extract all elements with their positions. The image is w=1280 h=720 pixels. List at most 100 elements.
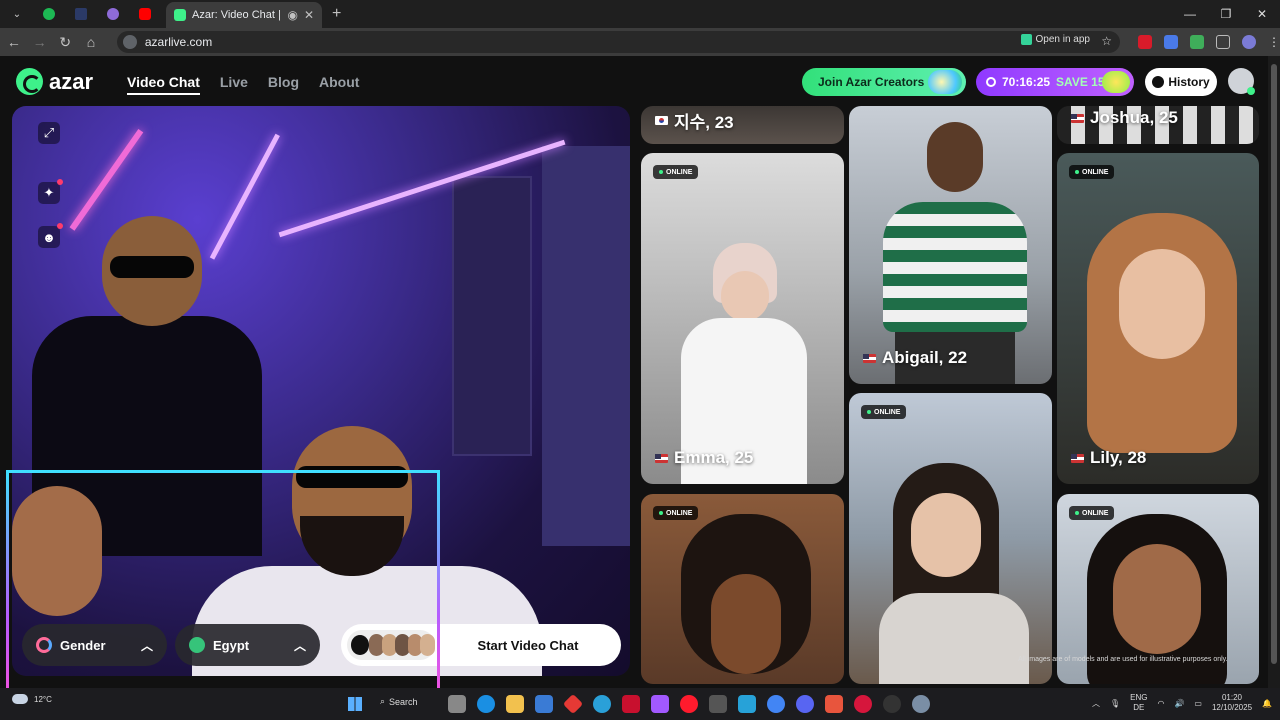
site-info-icon[interactable] xyxy=(122,35,137,49)
mcafee-icon[interactable] xyxy=(622,695,640,713)
gender-filter-button[interactable]: Gender ︿ xyxy=(22,624,167,666)
promo-timer: 70:16:25 xyxy=(1002,75,1051,89)
battery-icon[interactable]: ▭ xyxy=(1194,699,1202,708)
open-in-app-button[interactable]: Open in app xyxy=(1020,34,1090,45)
profile-card[interactable]: ONLINE xyxy=(849,393,1052,684)
profile-card[interactable]: ONLINE Lily, 28 xyxy=(1057,153,1259,484)
wifi-icon[interactable]: ◠ xyxy=(1157,699,1164,708)
app-crimson-icon[interactable] xyxy=(854,695,872,713)
lang-line1: ENG xyxy=(1130,693,1148,702)
tab-close-icon[interactable]: ✕ xyxy=(304,8,314,22)
app-cyan-icon[interactable] xyxy=(738,695,756,713)
flag-us-icon xyxy=(1071,453,1084,463)
microphone-icon[interactable]: 🎙 xyxy=(1110,699,1120,708)
home-icon[interactable]: ⌂ xyxy=(79,34,103,50)
extension-green-icon[interactable] xyxy=(1190,35,1204,49)
nav-about[interactable]: About xyxy=(319,74,359,95)
pinned-tab-globe[interactable] xyxy=(98,3,128,25)
system-tray: ︿ 🎙 ENG DE ◠ 🔊 ▭ 01:20 12/10/2025 🔔 xyxy=(1092,693,1272,713)
settings-icon[interactable] xyxy=(912,695,930,713)
notification-bell-icon[interactable]: 🔔 xyxy=(1262,699,1272,708)
url-text: azarlive.com xyxy=(144,35,213,49)
new-tab-button[interactable]: + xyxy=(332,5,341,23)
logo-text: azar xyxy=(49,68,94,94)
weather-widget[interactable]: 12°C xyxy=(12,694,52,704)
nav-blog[interactable]: Blog xyxy=(268,74,299,95)
azar-logo-icon xyxy=(16,68,43,95)
online-badge: ONLINE xyxy=(861,405,907,419)
online-badge: ONLINE xyxy=(1069,506,1115,520)
back-icon[interactable]: ← xyxy=(2,34,26,50)
expand-icon[interactable]: ⤢ xyxy=(38,122,60,144)
windows-start-icon[interactable] xyxy=(348,697,362,711)
bookmark-star-icon[interactable]: ☆ xyxy=(1101,34,1112,48)
extension-red-icon[interactable] xyxy=(1138,35,1152,49)
app-blue-icon[interactable] xyxy=(593,695,611,713)
profile-card[interactable]: ONLINE Emma, 25 xyxy=(641,153,844,484)
profile-card[interactable]: ONLINE xyxy=(641,494,844,684)
nav-video-chat[interactable]: Video Chat xyxy=(127,74,200,95)
pinned-tab-youtube[interactable] xyxy=(130,3,160,25)
forward-icon[interactable]: → xyxy=(28,34,52,50)
azar-logo[interactable]: azar xyxy=(16,68,93,95)
reload-icon[interactable]: ↻ xyxy=(53,34,77,51)
volume-icon[interactable]: 🔊 xyxy=(1174,699,1184,708)
scrollbar-thumb[interactable] xyxy=(1271,64,1277,664)
taskbar-clock[interactable]: 01:20 12/10/2025 xyxy=(1212,693,1252,713)
taskbar-search[interactable]: ⌕ Search xyxy=(380,696,418,707)
pinned-tab-spotify[interactable] xyxy=(34,3,64,25)
profile-name: Lily, 28 xyxy=(1071,448,1146,468)
country-label: Egypt xyxy=(213,637,250,653)
sparkle-effects-icon[interactable]: ✦ xyxy=(38,179,63,204)
edge-icon[interactable] xyxy=(477,695,495,713)
minimize-icon[interactable]: — xyxy=(1172,0,1208,28)
country-filter-button[interactable]: Egypt ︿ xyxy=(175,624,320,666)
pinned-tab-mx[interactable] xyxy=(66,3,96,25)
promo-button[interactable]: 70:16:25 SAVE 15% xyxy=(976,68,1134,96)
coins-icon xyxy=(1102,71,1130,93)
profile-card[interactable]: 지수, 23 xyxy=(641,106,844,144)
close-window-icon[interactable]: ✕ xyxy=(1244,0,1280,28)
flag-us-icon xyxy=(863,353,876,363)
discord-icon[interactable] xyxy=(796,695,814,713)
tab-list-button[interactable]: ⌄ xyxy=(2,3,32,25)
task-view-icon[interactable] xyxy=(448,695,466,713)
app-orange-icon[interactable] xyxy=(825,695,843,713)
face-filter-icon[interactable]: ☻ xyxy=(38,223,63,248)
figma-icon[interactable] xyxy=(651,695,669,713)
extension-translate-icon[interactable] xyxy=(1164,35,1178,49)
chevron-down-icon: ⌄ xyxy=(12,8,22,20)
opera-icon[interactable] xyxy=(680,695,698,713)
app-pen-icon[interactable] xyxy=(709,695,727,713)
restore-icon[interactable]: ❐ xyxy=(1208,0,1244,28)
chevron-up-icon: ︿ xyxy=(293,638,306,653)
file-explorer-icon[interactable] xyxy=(506,695,524,713)
time-text: 01:20 xyxy=(1221,693,1243,702)
flag-us-icon xyxy=(655,453,668,463)
profile-card[interactable]: Abigail, 22 xyxy=(849,106,1052,384)
join-creators-button[interactable]: Join Azar Creators xyxy=(802,68,966,96)
chrome-icon[interactable] xyxy=(767,695,785,713)
extensions-puzzle-icon[interactable] xyxy=(1216,35,1230,49)
person-left xyxy=(12,486,102,616)
browser-toolbar: ← → ↻ ⌂ azarlive.com Open in app ☆ ⋮ xyxy=(0,28,1280,56)
tab-recording-icon: ◉ xyxy=(287,8,298,22)
app-red-icon[interactable] xyxy=(562,693,584,715)
menu-dots-icon[interactable]: ⋮ xyxy=(1268,35,1280,49)
store-icon[interactable] xyxy=(535,695,553,713)
profile-avatar-icon[interactable] xyxy=(1242,35,1256,49)
azar-favicon-icon xyxy=(174,9,186,21)
app-github-icon[interactable] xyxy=(883,695,901,713)
start-video-chat-button[interactable]: Start Video Chat xyxy=(341,624,621,666)
tab-azar[interactable]: Azar: Video Chat | Alternati ◉ ✕ xyxy=(166,2,322,28)
history-button[interactable]: History xyxy=(1145,68,1217,96)
address-bar[interactable]: azarlive.com Open in app ☆ xyxy=(116,31,1120,53)
profile-card[interactable]: Joshua, 25 xyxy=(1057,106,1259,144)
language-indicator[interactable]: ENG DE xyxy=(1130,693,1147,713)
user-avatar[interactable] xyxy=(1228,68,1255,95)
chevron-up-icon[interactable]: ︿ xyxy=(1092,698,1100,709)
page-scrollbar[interactable] xyxy=(1268,56,1280,688)
profile-name: 지수, 23 xyxy=(655,108,734,133)
nav-live[interactable]: Live xyxy=(220,74,248,95)
search-icon: ⌕ xyxy=(380,696,386,706)
